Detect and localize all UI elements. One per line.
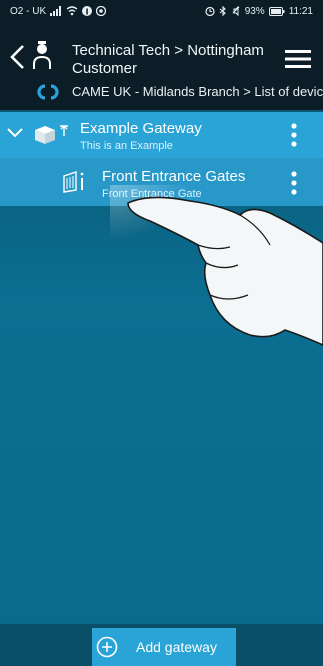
battery-label: 93% <box>244 5 265 17</box>
status-left: O2 - UK <box>10 5 107 17</box>
menu-icon[interactable] <box>285 50 311 68</box>
device-name: Front Entrance Gates <box>102 168 246 185</box>
mute-icon <box>232 6 240 16</box>
alarm-icon <box>205 6 215 16</box>
gate-icon <box>63 171 84 193</box>
add-circle-icon <box>96 636 118 658</box>
breadcrumb[interactable]: CAME UK - Midlands Branch > List of devi… <box>72 84 323 99</box>
add-gateway-button[interactable]: Add gateway <box>92 628 236 666</box>
status-bar: O2 - UK 93% 11:21 <box>0 0 323 22</box>
back-icon[interactable] <box>8 44 26 70</box>
chevron-down-icon[interactable] <box>6 126 24 140</box>
status-right: 93% 11:21 <box>205 6 313 17</box>
more-vert-icon[interactable] <box>291 123 297 147</box>
signal-icon <box>50 6 62 16</box>
gateway-list-item[interactable]: Example Gateway This is an Example <box>0 112 323 158</box>
app-notification-icon <box>96 6 107 16</box>
add-gateway-label: Add gateway <box>136 639 217 655</box>
page-title: Technical Tech > Nottingham Customer <box>72 42 264 77</box>
gateway-icon <box>35 125 68 144</box>
wifi-icon <box>66 6 78 16</box>
carrier-label: O2 - UK <box>10 5 47 17</box>
facebook-icon <box>82 6 93 16</box>
time-label: 11:21 <box>288 5 313 17</box>
bluetooth-icon <box>219 6 226 16</box>
pointing-hand-illustration <box>110 185 323 346</box>
gateway-name: Example Gateway <box>80 120 202 137</box>
battery-icon <box>268 6 285 16</box>
user-icon <box>33 41 51 69</box>
came-logo-icon <box>37 84 59 100</box>
gateway-description: This is an Example <box>80 140 173 152</box>
